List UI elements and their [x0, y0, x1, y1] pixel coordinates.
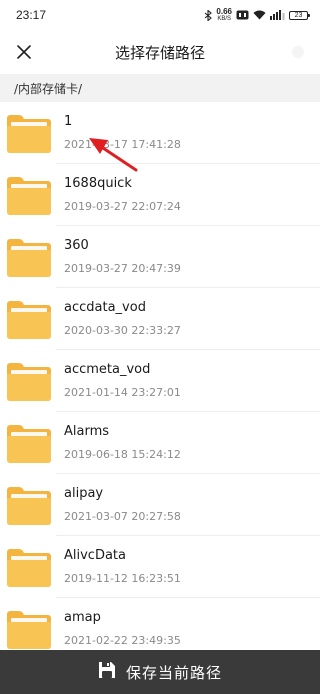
folder-meta: Alarms 2019-06-18 15:24:12: [64, 424, 181, 462]
folder-name: 1: [64, 114, 73, 129]
folder-meta: alipay 2021-03-07 20:27:58: [64, 486, 181, 524]
folder-date: 2019-03-27 22:07:24: [64, 200, 181, 213]
folder-item[interactable]: amap 2021-02-22 23:49:35: [0, 598, 320, 650]
breadcrumb: /内部存储卡/: [0, 74, 320, 102]
folder-item[interactable]: Alarms 2019-06-18 15:24:12: [0, 412, 320, 474]
folder-name: amap: [64, 610, 101, 625]
folder-date: 2019-03-27 20:47:39: [64, 262, 181, 275]
folder-item[interactable]: accmeta_vod 2021-01-14 23:27:01: [0, 350, 320, 412]
folder-name: accmeta_vod: [64, 362, 151, 377]
header-placeholder: [292, 46, 304, 58]
folder-item[interactable]: accdata_vod 2020-03-30 22:33:27: [0, 288, 320, 350]
folder-icon: [7, 299, 51, 339]
folder-name: 1688quick: [64, 176, 132, 191]
floppy-disk-icon: [98, 661, 116, 683]
folder-icon: [7, 175, 51, 215]
folder-icon: [7, 423, 51, 463]
folder-icon: [7, 547, 51, 587]
header: 选择存储路径: [0, 30, 320, 74]
net-speed-unit: KB/S: [217, 16, 232, 22]
net-speed-value: 0.66: [216, 7, 232, 16]
status-bar: 23:17 0.66 KB/S 23: [0, 0, 320, 30]
folder-item[interactable]: 1688quick 2019-03-27 22:07:24: [0, 164, 320, 226]
folder-meta: 1 2021-03-17 17:41:28: [64, 114, 181, 152]
save-path-inner: 保存当前路径: [98, 661, 222, 683]
signal-icon: [270, 10, 285, 20]
bluetooth-icon: [204, 9, 213, 21]
save-path-label: 保存当前路径: [125, 663, 222, 682]
folder-name: accdata_vod: [64, 300, 146, 315]
folder-meta: amap 2021-02-22 23:49:35: [64, 610, 181, 648]
folder-date: 2021-02-22 23:49:35: [64, 634, 181, 647]
save-path-button[interactable]: 保存当前路径: [0, 650, 320, 694]
folder-date: 2021-03-07 20:27:58: [64, 510, 181, 523]
folder-meta: 360 2019-03-27 20:47:39: [64, 238, 181, 276]
folder-icon: [7, 485, 51, 525]
folder-item[interactable]: alipay 2021-03-07 20:27:58: [0, 474, 320, 536]
folder-icon: [7, 609, 51, 649]
folder-name: 360: [64, 238, 89, 253]
folder-date: 2020-03-30 22:33:27: [64, 324, 181, 337]
folder-meta: accmeta_vod 2021-01-14 23:27:01: [64, 362, 181, 400]
status-time: 23:17: [16, 8, 47, 22]
folder-item[interactable]: 360 2019-03-27 20:47:39: [0, 226, 320, 288]
folder-name: alipay: [64, 486, 104, 501]
current-path: /内部存储卡/: [14, 81, 83, 96]
folder-date: 2021-03-17 17:41:28: [64, 138, 181, 151]
wifi-icon: [253, 10, 266, 20]
folder-date: 2021-01-14 23:27:01: [64, 386, 181, 399]
page-title: 选择存储路径: [114, 43, 205, 62]
folder-item[interactable]: AlivcData 2019-11-12 16:23:51: [0, 536, 320, 598]
folder-meta: 1688quick 2019-03-27 22:07:24: [64, 176, 181, 214]
close-button[interactable]: [12, 40, 36, 64]
folder-meta: accdata_vod 2020-03-30 22:33:27: [64, 300, 181, 338]
hd-icon: [236, 10, 249, 20]
folder-date: 2019-11-12 16:23:51: [64, 572, 181, 585]
file-list: 1 2021-03-17 17:41:28 1688quick 2019-03-27 …: [0, 102, 320, 650]
folder-name: AlivcData: [64, 548, 126, 563]
folder-date: 2019-06-18 15:24:12: [64, 448, 181, 461]
net-speed-icon: 0.66 KB/S: [216, 7, 232, 23]
folder-meta: AlivcData 2019-11-12 16:23:51: [64, 548, 181, 586]
folder-icon: [7, 361, 51, 401]
close-icon: [17, 45, 31, 59]
folder-item[interactable]: 1 2021-03-17 17:41:28: [0, 102, 320, 164]
battery-icon: 23: [289, 10, 310, 20]
folder-icon: [7, 237, 51, 277]
status-icons: 0.66 KB/S 23: [204, 7, 310, 23]
folder-name: Alarms: [64, 424, 110, 439]
folder-icon: [7, 113, 51, 153]
